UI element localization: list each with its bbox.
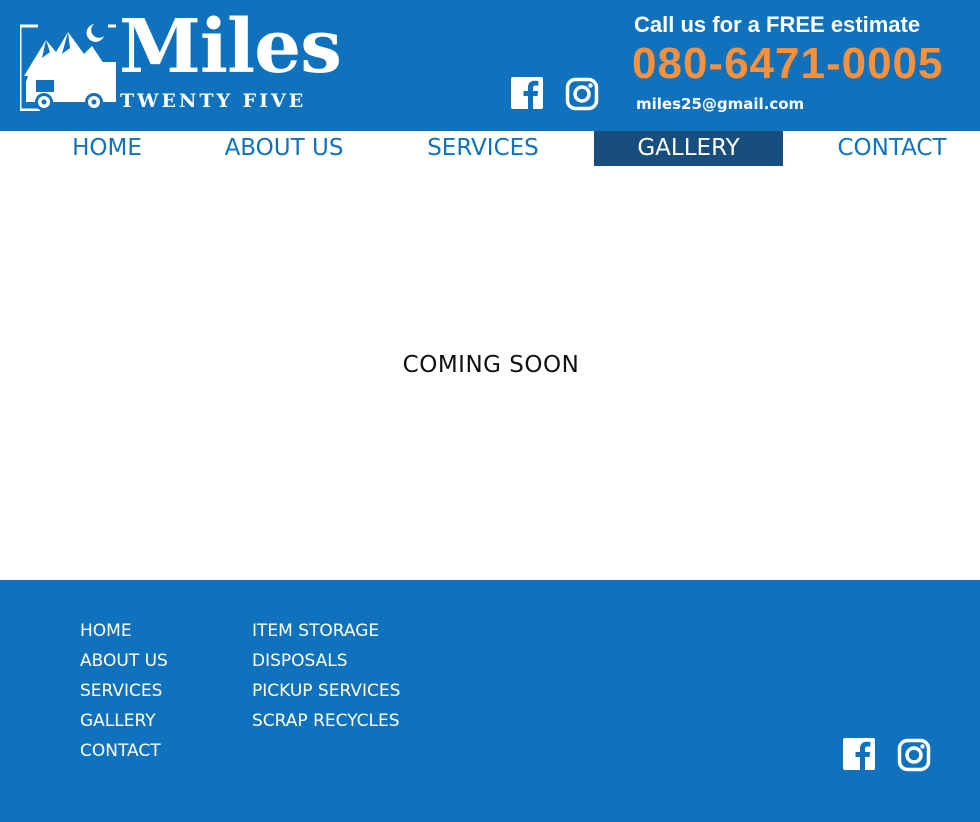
- footer-link-contact[interactable]: CONTACT: [80, 736, 168, 766]
- nav-contact[interactable]: CONTACT: [826, 131, 958, 166]
- footer-link-about-us[interactable]: ABOUT US: [80, 646, 168, 676]
- footer-instagram-link[interactable]: [897, 738, 931, 772]
- footer-link-pickup-services[interactable]: PICKUP SERVICES: [252, 676, 400, 706]
- logo-subtitle: TWENTY FIVE: [120, 90, 307, 112]
- facebook-icon: [843, 738, 875, 770]
- nav-home[interactable]: HOME: [60, 131, 154, 166]
- footer-link-scrap-recycles[interactable]: SCRAP RECYCLES: [252, 706, 400, 736]
- email-address[interactable]: miles25@gmail.com: [636, 95, 804, 113]
- footer-link-services[interactable]: SERVICES: [80, 676, 168, 706]
- header-facebook-link[interactable]: [510, 76, 544, 110]
- coming-soon-message: COMING SOON: [402, 352, 580, 378]
- footer-link-home[interactable]: HOME: [80, 616, 168, 646]
- site-header: Miles TWENTY FIVE Call us for a FREE est…: [0, 0, 980, 131]
- free-estimate-cta: Call us for a FREE estimate: [634, 12, 921, 37]
- footer-link-item-storage[interactable]: ITEM STORAGE: [252, 616, 400, 646]
- nav-gallery[interactable]: GALLERY: [594, 131, 783, 166]
- site-footer: HOME ABOUT US SERVICES GALLERY CONTACT I…: [0, 580, 980, 822]
- instagram-icon: [897, 738, 931, 772]
- nav-about-us[interactable]: ABOUT US: [214, 131, 354, 166]
- instagram-icon: [565, 77, 599, 111]
- facebook-icon: [511, 77, 543, 109]
- phone-number[interactable]: 080-6471-0005: [632, 42, 943, 86]
- nav-services[interactable]: SERVICES: [414, 131, 552, 166]
- footer-facebook-link[interactable]: [842, 737, 876, 771]
- truck-mountain-logo-icon: [20, 24, 116, 111]
- footer-link-gallery[interactable]: GALLERY: [80, 706, 168, 736]
- footer-link-disposals[interactable]: DISPOSALS: [252, 646, 400, 676]
- main-navigation: HOME ABOUT US SERVICES GALLERY CONTACT: [0, 131, 980, 166]
- header-instagram-link[interactable]: [565, 77, 599, 111]
- footer-pages-column: HOME ABOUT US SERVICES GALLERY CONTACT: [80, 616, 168, 766]
- site-logo[interactable]: Miles TWENTY FIVE: [20, 10, 342, 114]
- logo-title: Miles: [119, 4, 342, 90]
- footer-services-column: ITEM STORAGE DISPOSALS PICKUP SERVICES S…: [252, 616, 400, 736]
